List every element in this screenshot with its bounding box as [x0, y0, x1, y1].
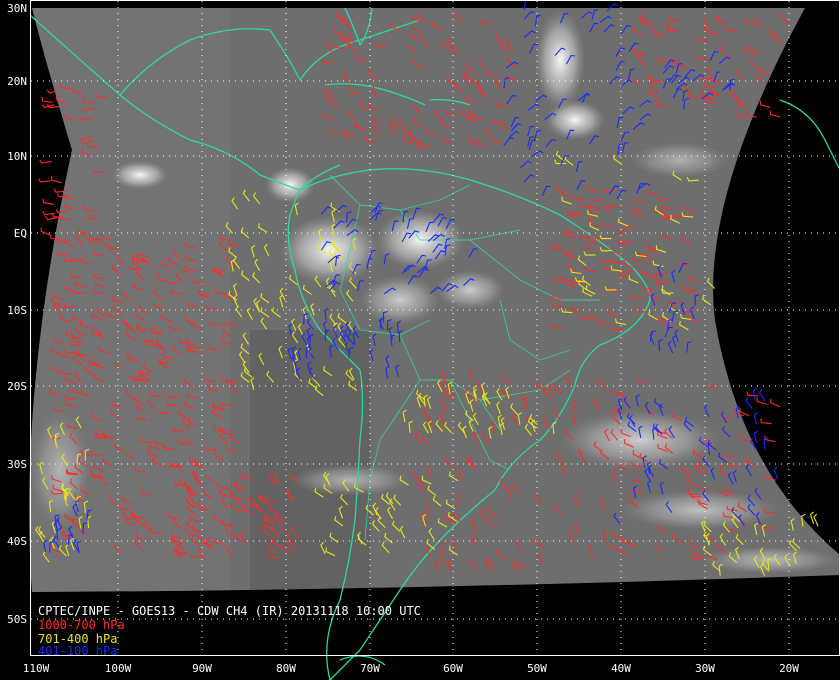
longitude-label: 70W [360, 662, 380, 675]
longitude-label: 100W [105, 662, 132, 675]
latitude-label: 40S [7, 535, 27, 548]
wind-barb [50, 176, 62, 184]
wind-barb [38, 178, 51, 183]
latitude-label: 30S [7, 458, 27, 471]
longitude-label: 90W [192, 662, 212, 675]
latitude-label: 20N [7, 75, 27, 88]
latitude-label: 20S [7, 380, 27, 393]
longitude-label: 20W [779, 662, 799, 675]
wind-barb [760, 418, 772, 425]
latitude-labels: 30N 20N 10N EQ 10S 20S 30S 40S 50S [7, 2, 27, 626]
wind-barb [813, 513, 819, 527]
latitude-label: EQ [14, 227, 27, 240]
wind-barb [756, 397, 767, 405]
longitude-label: 110W [23, 662, 50, 675]
wind-barb [773, 466, 779, 480]
wind-barb [770, 398, 781, 408]
product-title: CPTEC/INPE - GOES13 - CDW CH4 (IR) 20131… [38, 604, 421, 618]
legend-high-level: 401-100 hPa [38, 644, 118, 658]
wind-barb [809, 511, 815, 525]
latitude-label: 50S [7, 613, 27, 626]
latitude-label: 10S [7, 304, 27, 317]
latitude-label: 30N [7, 2, 27, 15]
wind-barb [753, 412, 758, 425]
longitude-label: 50W [527, 662, 547, 675]
coastline-africa [779, 99, 840, 171]
wind-barb [42, 198, 54, 205]
longitude-label: 40W [611, 662, 631, 675]
wind-barb [752, 388, 757, 401]
longitude-labels: 110W 100W 90W 80W 70W 60W 50W 40W 30W 20W [23, 662, 800, 675]
wind-barb [759, 100, 771, 108]
satellite-wind-map: 30N 20N 10N EQ 10S 20S 30S 40S 50S 110W 100W 90W 80… [7, 0, 840, 680]
wind-barb [753, 430, 758, 444]
longitude-label: 60W [443, 662, 463, 675]
wind-barb [769, 110, 781, 118]
longitude-label: 80W [276, 662, 296, 675]
wind-barb [41, 96, 53, 104]
latitude-label: 10N [7, 150, 27, 163]
wind-barb [39, 159, 52, 164]
wind-barb [758, 388, 766, 402]
wind-barb [746, 391, 759, 397]
wind-barb [40, 227, 51, 236]
wind-barb [745, 397, 753, 409]
longitude-label: 30W [695, 662, 715, 675]
legend-low-level: 1000-700 hPa [38, 618, 125, 632]
